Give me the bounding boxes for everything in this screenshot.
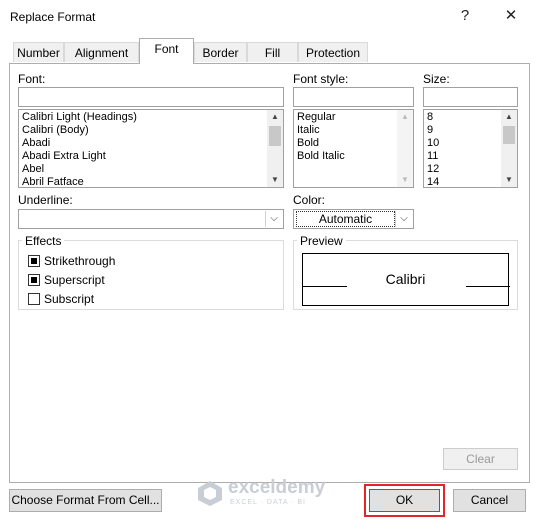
superscript-label[interactable]: Superscript <box>44 273 105 287</box>
underline-select[interactable]: ⌵ <box>18 209 284 229</box>
dialog-title: Replace Format <box>10 10 96 24</box>
scroll-thumb[interactable] <box>269 126 281 146</box>
font-style-scrollbar[interactable]: ▲ ▼ <box>397 110 413 187</box>
underline-label: Underline: <box>18 193 73 207</box>
superscript-checkbox[interactable] <box>28 274 40 286</box>
help-button[interactable]: ? <box>450 6 480 26</box>
scroll-thumb[interactable] <box>503 126 515 144</box>
tab-protection[interactable]: Protection <box>298 42 368 62</box>
chevron-up-icon[interactable]: ▲ <box>397 110 413 124</box>
watermark-tagline: EXCEL · DATA · BI <box>230 499 306 506</box>
tab-font[interactable]: Font <box>139 38 194 64</box>
chevron-down-icon[interactable]: ▼ <box>501 173 517 187</box>
font-list-item[interactable]: Calibri (Body) <box>19 124 283 137</box>
choose-format-from-cell-button[interactable]: Choose Format From Cell... <box>9 489 162 512</box>
font-style-item[interactable]: Regular <box>294 111 413 124</box>
tab-fill[interactable]: Fill <box>247 42 298 62</box>
preview-label: Preview <box>297 234 346 248</box>
font-style-input[interactable] <box>293 87 414 107</box>
effects-label: Effects <box>22 234 65 248</box>
chevron-up-icon[interactable]: ▲ <box>501 110 517 124</box>
exceldemy-logo-icon <box>198 481 222 506</box>
font-list-item[interactable]: Abadi Extra Light <box>19 150 283 163</box>
watermark-name: exceldemy <box>228 477 326 498</box>
ok-button[interactable]: OK <box>369 489 440 512</box>
font-label: Font: <box>18 72 46 86</box>
font-input[interactable] <box>18 87 284 107</box>
exceldemy-watermark: exceldemy EXCEL · DATA · BI <box>196 476 346 512</box>
preview-sample-text: Calibri <box>385 271 426 287</box>
size-list[interactable]: 8 9 10 11 12 14 ▲ ▼ <box>423 109 518 188</box>
font-style-list[interactable]: Regular Italic Bold Bold Italic ▲ ▼ <box>293 109 414 188</box>
size-label: Size: <box>423 72 450 86</box>
size-list-scrollbar[interactable]: ▲ ▼ <box>501 110 517 187</box>
subscript-label[interactable]: Subscript <box>44 292 94 306</box>
clear-button[interactable]: Clear <box>443 448 518 470</box>
font-list-item[interactable]: Abel <box>19 163 283 176</box>
font-style-item[interactable]: Bold <box>294 137 413 150</box>
font-list[interactable]: Calibri Light (Headings) Calibri (Body) … <box>18 109 284 188</box>
tab-border[interactable]: Border <box>194 42 247 62</box>
preview-box: Calibri <box>302 253 510 306</box>
chevron-up-icon[interactable]: ▲ <box>267 110 283 124</box>
font-style-item[interactable]: Italic <box>294 124 413 137</box>
font-list-item[interactable]: Calibri Light (Headings) <box>19 111 283 124</box>
close-button[interactable]: ✕ <box>496 6 526 26</box>
font-list-scrollbar[interactable]: ▲ ▼ <box>267 110 283 187</box>
size-input[interactable] <box>423 87 518 107</box>
color-label: Color: <box>293 193 326 207</box>
strikethrough-checkbox[interactable] <box>28 255 40 267</box>
subscript-checkbox[interactable] <box>28 293 40 305</box>
chevron-down-icon[interactable]: ▼ <box>397 173 413 187</box>
font-list-item[interactable]: Abadi <box>19 137 283 150</box>
strikethrough-label[interactable]: Strikethrough <box>44 254 115 268</box>
color-value: Automatic <box>296 211 395 227</box>
tab-alignment[interactable]: Alignment <box>64 42 139 62</box>
color-select[interactable]: Automatic ⌵ <box>293 209 414 229</box>
font-style-label: Font style: <box>293 72 349 86</box>
font-style-item[interactable]: Bold Italic <box>294 150 413 163</box>
chevron-down-icon[interactable]: ⌵ <box>265 211 282 227</box>
chevron-down-icon[interactable]: ▼ <box>267 173 283 187</box>
chevron-down-icon[interactable]: ⌵ <box>395 211 412 227</box>
cancel-button[interactable]: Cancel <box>453 489 526 512</box>
tab-number[interactable]: Number <box>13 42 64 62</box>
font-list-item[interactable]: Abril Fatface <box>19 176 283 187</box>
